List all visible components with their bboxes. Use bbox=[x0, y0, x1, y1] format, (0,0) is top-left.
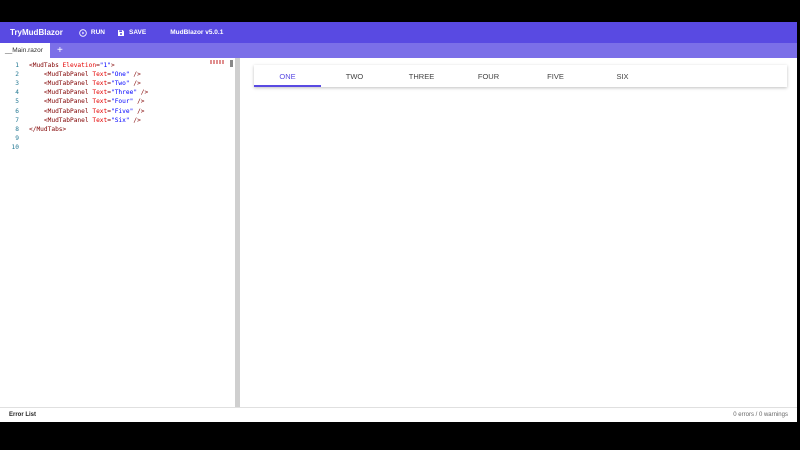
play-circle-icon bbox=[79, 28, 87, 37]
line-number: 10 bbox=[11, 143, 19, 151]
line-number: 9 bbox=[15, 134, 19, 142]
line-number: 2 bbox=[15, 71, 19, 79]
code-token: <MudTabPanel bbox=[29, 80, 93, 88]
tab-one[interactable]: ONE bbox=[254, 65, 321, 87]
run-label: RUN bbox=[90, 29, 105, 36]
file-tab-strip: __Main.razor + bbox=[0, 43, 797, 58]
code-token: <MudTabPanel bbox=[29, 116, 93, 124]
mud-tabs: ONE TWO THREE FOUR FIVE SIX bbox=[254, 65, 787, 87]
add-file-button[interactable]: + bbox=[57, 43, 63, 58]
code-token: "One" bbox=[110, 71, 130, 79]
save-icon bbox=[118, 29, 124, 36]
run-button[interactable]: RUN bbox=[79, 28, 105, 37]
code-token: "Three" bbox=[110, 89, 138, 97]
line-code: <MudTabPanel Text="Five" /> bbox=[29, 108, 145, 115]
line-number: 6 bbox=[15, 107, 19, 115]
code-line[interactable]: 2 <MudTabPanel Text="One" /> bbox=[0, 71, 231, 80]
code-line[interactable]: 8 </MudTabs> bbox=[0, 126, 231, 135]
code-line[interactable]: 6 <MudTabPanel Text="Five" /> bbox=[0, 108, 231, 117]
save-button[interactable]: SAVE bbox=[117, 29, 146, 37]
code-line[interactable]: 10 bbox=[0, 144, 231, 153]
code-token: Text bbox=[92, 89, 108, 97]
code-token: Text bbox=[92, 71, 108, 79]
version-label: MudBlazor v5.0.1 bbox=[170, 29, 224, 36]
code-line[interactable]: 4 <MudTabPanel Text="Three" /> bbox=[0, 89, 231, 98]
code-token: /> bbox=[129, 80, 141, 88]
code-token: "1" bbox=[99, 62, 111, 69]
code-token: Text bbox=[92, 116, 108, 124]
preview-pane: ONE TWO THREE FOUR FIVE SIX bbox=[241, 58, 797, 407]
error-list-title: Error List bbox=[9, 412, 37, 418]
code-token: "Two" bbox=[110, 80, 130, 88]
tab-six[interactable]: SIX bbox=[589, 65, 656, 87]
tab-two[interactable]: TWO bbox=[321, 65, 388, 87]
line-number: 3 bbox=[15, 80, 19, 88]
code-line[interactable]: 1 <MudTabs Elevation="1"> bbox=[0, 62, 231, 71]
line-number: 1 bbox=[15, 62, 19, 69]
code-token: Text bbox=[92, 98, 108, 106]
file-tab-main[interactable]: __Main.razor bbox=[0, 43, 50, 58]
line-code: <MudTabPanel Text="One" /> bbox=[29, 71, 141, 78]
code-token: "Six" bbox=[110, 116, 130, 124]
line-code: </MudTabs> bbox=[29, 126, 66, 133]
code-line[interactable]: 9 bbox=[0, 135, 231, 144]
error-summary: 0 errors / 0 warnings bbox=[733, 412, 788, 418]
code-token: <MudTabs bbox=[29, 62, 63, 69]
code-token: /> bbox=[129, 71, 141, 79]
save-label: SAVE bbox=[129, 29, 147, 36]
tab-five[interactable]: FIVE bbox=[522, 65, 589, 87]
error-list-bar[interactable]: Error List 0 errors / 0 warnings bbox=[0, 407, 797, 422]
code-token: <MudTabPanel bbox=[29, 71, 93, 79]
code-token: /> bbox=[137, 89, 149, 97]
app-bar: TryMudBlazor RUN SAVE MudBlazor v5.0.1 bbox=[0, 22, 797, 43]
code-token: <MudTabPanel bbox=[29, 98, 93, 106]
code-token: <MudTabPanel bbox=[29, 107, 93, 115]
code-token: Elevation bbox=[62, 62, 97, 69]
code-token: Text bbox=[92, 80, 108, 88]
code-token: <MudTabPanel bbox=[29, 89, 93, 97]
code-token: > bbox=[110, 62, 115, 69]
line-number: 4 bbox=[15, 89, 19, 97]
line-number: 7 bbox=[15, 116, 19, 124]
code-editor[interactable]: 1 <MudTabs Elevation="1"> 2 <MudTabPanel T… bbox=[0, 58, 233, 407]
pane-splitter[interactable] bbox=[235, 58, 240, 407]
code-token: </MudTabs> bbox=[29, 125, 67, 133]
code-token: "Five" bbox=[110, 107, 134, 115]
code-line[interactable]: 5 <MudTabPanel Text="Four" /> bbox=[0, 98, 231, 107]
code-token: "Four" bbox=[110, 98, 134, 106]
tab-three[interactable]: THREE bbox=[388, 65, 455, 87]
line-code: <MudTabPanel Text="Three" /> bbox=[29, 89, 148, 96]
code-token: Text bbox=[92, 107, 108, 115]
line-code: <MudTabPanel Text="Four" /> bbox=[29, 98, 145, 105]
app-window: TryMudBlazor RUN SAVE MudBlazor v5.0.1 _… bbox=[0, 22, 797, 422]
code-token: /> bbox=[129, 116, 141, 124]
app-title: TryMudBlazor bbox=[10, 28, 63, 37]
code-token: /> bbox=[133, 107, 145, 115]
line-number: 5 bbox=[15, 98, 19, 106]
line-code: <MudTabs Elevation="1"> bbox=[29, 62, 115, 69]
code-token: /> bbox=[133, 98, 145, 106]
line-code: <MudTabPanel Text="Six" /> bbox=[29, 117, 141, 124]
code-line[interactable]: 7 <MudTabPanel Text="Six" /> bbox=[0, 117, 231, 126]
line-number: 8 bbox=[15, 125, 19, 133]
tab-four[interactable]: FOUR bbox=[455, 65, 522, 87]
code-line[interactable]: 3 <MudTabPanel Text="Two" /> bbox=[0, 80, 231, 89]
line-code: <MudTabPanel Text="Two" /> bbox=[29, 80, 141, 87]
